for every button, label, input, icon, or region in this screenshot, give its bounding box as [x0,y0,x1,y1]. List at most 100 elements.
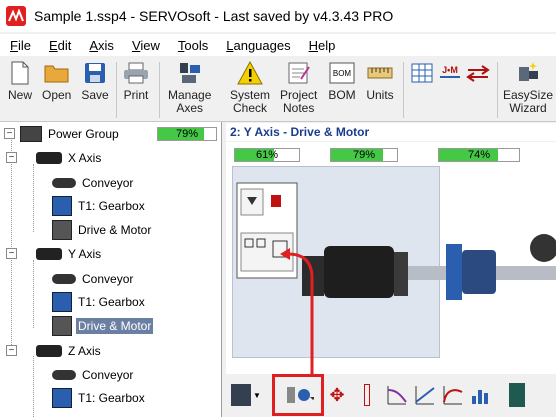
toolbar: New Open Save Print Manage Axes System C… [0,56,556,122]
window-title: Sample 1.ssp4 - SERVOsoft - Last saved b… [34,8,394,24]
tree-item-x-drive-motor[interactable]: Drive & Motor [52,219,153,241]
curve-icon [387,386,407,405]
collapse-toggle[interactable]: − [6,152,17,163]
drive-utilization-bar: 61% [234,148,300,162]
bar-chart-icon [472,390,488,404]
units-button[interactable]: Units [366,60,394,102]
jm-icon: J•M [436,60,464,86]
system-check-button[interactable]: System Check [230,60,270,115]
bar-chart-button[interactable] [468,380,494,410]
menu-bar: File Edit Axis View Tools Languages Help [0,34,556,56]
app-window: Sample 1.ssp4 - SERVOsoft - Last saved b… [0,0,556,417]
motor-utilization-bar: 79% [330,148,398,162]
collapse-toggle[interactable]: − [4,128,15,139]
tree-item-x-conveyor[interactable]: Conveyor [52,172,135,194]
save-disk-icon [81,60,109,86]
line-chart-icon [415,386,435,405]
drive-motor-icon [52,316,72,336]
curve-button-1[interactable] [384,380,410,410]
toolbar-separator [159,62,160,118]
menu-view[interactable]: View [132,38,160,53]
open-button[interactable]: Open [42,60,71,102]
motion-profile-button[interactable]: ✥ [324,380,350,410]
motor-gearbox-illustration [302,234,556,300]
manage-axes-icon [176,60,204,86]
toolbar-separator [497,62,498,118]
warning-icon [236,60,264,86]
menu-languages[interactable]: Languages [226,38,290,53]
highlight-box [272,374,324,416]
motor-icon [36,248,62,260]
tree-item-z-axis[interactable]: − Z Axis [6,340,103,362]
tree-item-x-gearbox[interactable]: T1: Gearbox [52,195,147,217]
notes-icon [285,60,313,86]
thermometer-button[interactable] [354,380,380,410]
arrows-icon [464,60,492,86]
gearbox-icon [52,388,72,408]
bom-icon: BOM [328,60,356,86]
jm-button[interactable]: J•M [436,60,464,89]
new-icon [6,60,34,86]
save-button[interactable]: Save [81,60,109,102]
dropdown-arrow[interactable]: ▼ [250,380,264,410]
tree-item-z-gearbox[interactable]: T1: Gearbox [52,387,147,409]
drive-motor-panel: 61% 79% 74% ▼ ✥ [226,142,556,417]
tree-item-power-group[interactable]: − Power Group 79% [4,123,220,145]
tree-item-z-conveyor[interactable]: Conveyor [52,364,135,386]
open-folder-icon [43,60,71,86]
curve-button-3[interactable] [440,380,466,410]
power-group-icon [20,126,42,142]
tree-item-y-gearbox[interactable]: T1: Gearbox [52,291,147,313]
tree-connector [33,164,34,232]
bottom-toolbar: ▼ ✥ [226,374,556,417]
arrows-button[interactable] [464,60,492,89]
project-tree: − Power Group 79% − X Axis Conveyor T1: … [0,122,222,417]
grid-icon [408,60,436,86]
project-notes-button[interactable]: Project Notes [280,60,317,115]
conveyor-icon [52,274,76,284]
svg-text:J•M: J•M [442,65,458,75]
easysize-wizard-button[interactable]: EasySize Wizard [503,60,553,115]
gearbox-icon [52,292,72,312]
toolbar-separator [403,62,404,118]
manage-axes-button[interactable]: Manage Axes [168,60,211,115]
grid-button[interactable] [408,60,436,89]
svg-text:BOM: BOM [333,69,352,78]
print-button[interactable]: Print [122,60,150,102]
bom-button[interactable]: BOM BOM [328,60,356,102]
new-button[interactable]: New [6,60,34,102]
ruler-units-icon [366,60,394,86]
wizard-icon [514,60,542,86]
drive-motor-icon [52,220,72,240]
torque-curve-icon [443,386,463,405]
annotation-arrow [280,248,314,388]
coupling-button[interactable] [504,380,530,410]
tree-item-y-axis[interactable]: − Y Axis [6,243,103,265]
servosoft-logo-icon [6,6,26,26]
menu-axis[interactable]: Axis [89,38,114,53]
menu-file[interactable]: File [10,38,31,53]
printer-icon [122,60,150,86]
motor-icon [36,345,62,357]
menu-tools[interactable]: Tools [178,38,208,53]
motor-icon [36,152,62,164]
coupling-icon [509,383,525,407]
curve-button-2[interactable] [412,380,438,410]
menu-help[interactable]: Help [309,38,336,53]
collapse-toggle[interactable]: − [6,248,17,259]
drive-icon [231,384,251,406]
tree-item-y-drive-motor[interactable]: Drive & Motor [52,315,154,337]
menu-edit[interactable]: Edit [49,38,71,53]
tree-connector [33,260,34,328]
collapse-toggle[interactable]: − [6,345,17,356]
tree-item-x-axis[interactable]: − X Axis [6,147,103,169]
tree-item-y-conveyor[interactable]: Conveyor [52,268,135,290]
chevron-down-icon: ▼ [253,390,261,400]
power-group-utilization-bar: 79% [157,127,217,141]
title-bar: Sample 1.ssp4 - SERVOsoft - Last saved b… [0,0,556,32]
tree-connector [33,356,34,417]
toolbar-separator [116,62,117,118]
panel-heading: 2: Y Axis - Drive & Motor [226,123,556,141]
thermometer-icon [364,384,370,406]
gearbox-utilization-bar: 74% [438,148,520,162]
